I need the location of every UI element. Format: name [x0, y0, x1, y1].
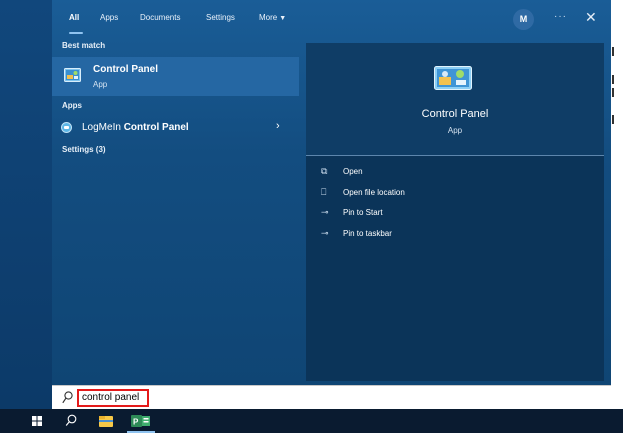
app-result-prefix: LogMeIn [82, 122, 124, 133]
open-icon: ⧉ [321, 166, 328, 176]
action-pin-to-start-label: Pin to Start [343, 208, 383, 217]
pin-icon: ⊸ [321, 207, 329, 217]
taskbar-project-app[interactable]: P [125, 409, 155, 433]
caret-down-icon: ▼ [279, 15, 287, 22]
chevron-right-icon[interactable]: › [276, 120, 280, 132]
search-icon [65, 414, 77, 426]
best-match-type: App [93, 80, 108, 89]
taskbar: P [0, 409, 623, 433]
preview-pane: Control Panel App ⧉ Open ⎕ Open file loc… [306, 43, 604, 381]
windows-start-icon [32, 416, 42, 426]
action-open[interactable]: ⧉ Open [321, 166, 541, 182]
logmein-icon [61, 122, 72, 133]
preview-title: Control Panel [421, 108, 489, 120]
action-pin-to-taskbar[interactable]: ⊸ Pin to taskbar [321, 228, 541, 244]
more-options-icon[interactable]: ··· [554, 11, 567, 22]
app-result-logmein-control-panel[interactable]: LogMeIn Control Panel › [52, 118, 299, 138]
search-icon [62, 391, 73, 404]
desktop-background [0, 0, 52, 409]
edge-mark [612, 88, 614, 97]
tab-documents[interactable]: Documents [140, 13, 180, 22]
action-pin-to-start[interactable]: ⊸ Pin to Start [321, 207, 541, 223]
pin-icon: ⊸ [321, 228, 329, 238]
preview-divider [306, 155, 604, 156]
svg-text:P: P [133, 418, 139, 427]
project-app-icon: P [131, 415, 150, 427]
edge-mark [612, 75, 614, 84]
file-location-icon: ⎕ [321, 187, 327, 197]
search-tabs: All Apps Documents Settings More ▼ M ··· … [52, 0, 611, 38]
apps-heading: Apps [62, 101, 82, 110]
app-result-label: LogMeIn Control Panel [82, 122, 189, 133]
control-panel-icon [64, 68, 81, 82]
start-button[interactable] [22, 409, 52, 433]
user-avatar[interactable]: M [513, 9, 534, 30]
tab-settings[interactable]: Settings [206, 13, 235, 22]
search-bar: control panel [52, 385, 611, 409]
taskbar-file-explorer[interactable] [91, 409, 121, 433]
start-search-menu: All Apps Documents Settings More ▼ M ··· … [52, 0, 611, 385]
close-icon[interactable]: ✕ [585, 9, 597, 26]
edge-mark [612, 115, 614, 124]
tab-all[interactable]: All [69, 13, 79, 22]
preview-header: Control Panel App [306, 43, 604, 155]
action-open-file-location-label: Open file location [343, 188, 405, 197]
file-explorer-icon [99, 416, 113, 427]
tab-more-label: More [259, 13, 278, 22]
tab-more[interactable]: More ▼ [259, 13, 286, 22]
preview-subtitle: App [447, 126, 463, 135]
control-panel-large-icon [434, 66, 472, 90]
best-match-name: Control Panel [93, 64, 159, 75]
best-match-heading: Best match [62, 41, 106, 50]
active-tab-indicator [69, 32, 83, 34]
best-match-control-panel[interactable]: Control Panel App [52, 57, 299, 96]
edge-mark [612, 47, 614, 56]
action-pin-to-taskbar-label: Pin to taskbar [343, 229, 392, 238]
action-open-file-location[interactable]: ⎕ Open file location [321, 187, 541, 203]
settings-heading[interactable]: Settings (3) [62, 145, 106, 154]
search-input[interactable]: control panel [77, 389, 149, 407]
taskbar-search-button[interactable] [55, 409, 85, 433]
tab-apps[interactable]: Apps [100, 13, 118, 22]
action-open-label: Open [343, 167, 363, 176]
app-result-highlight: Control Panel [123, 122, 189, 133]
desktop-background-right [611, 0, 623, 409]
